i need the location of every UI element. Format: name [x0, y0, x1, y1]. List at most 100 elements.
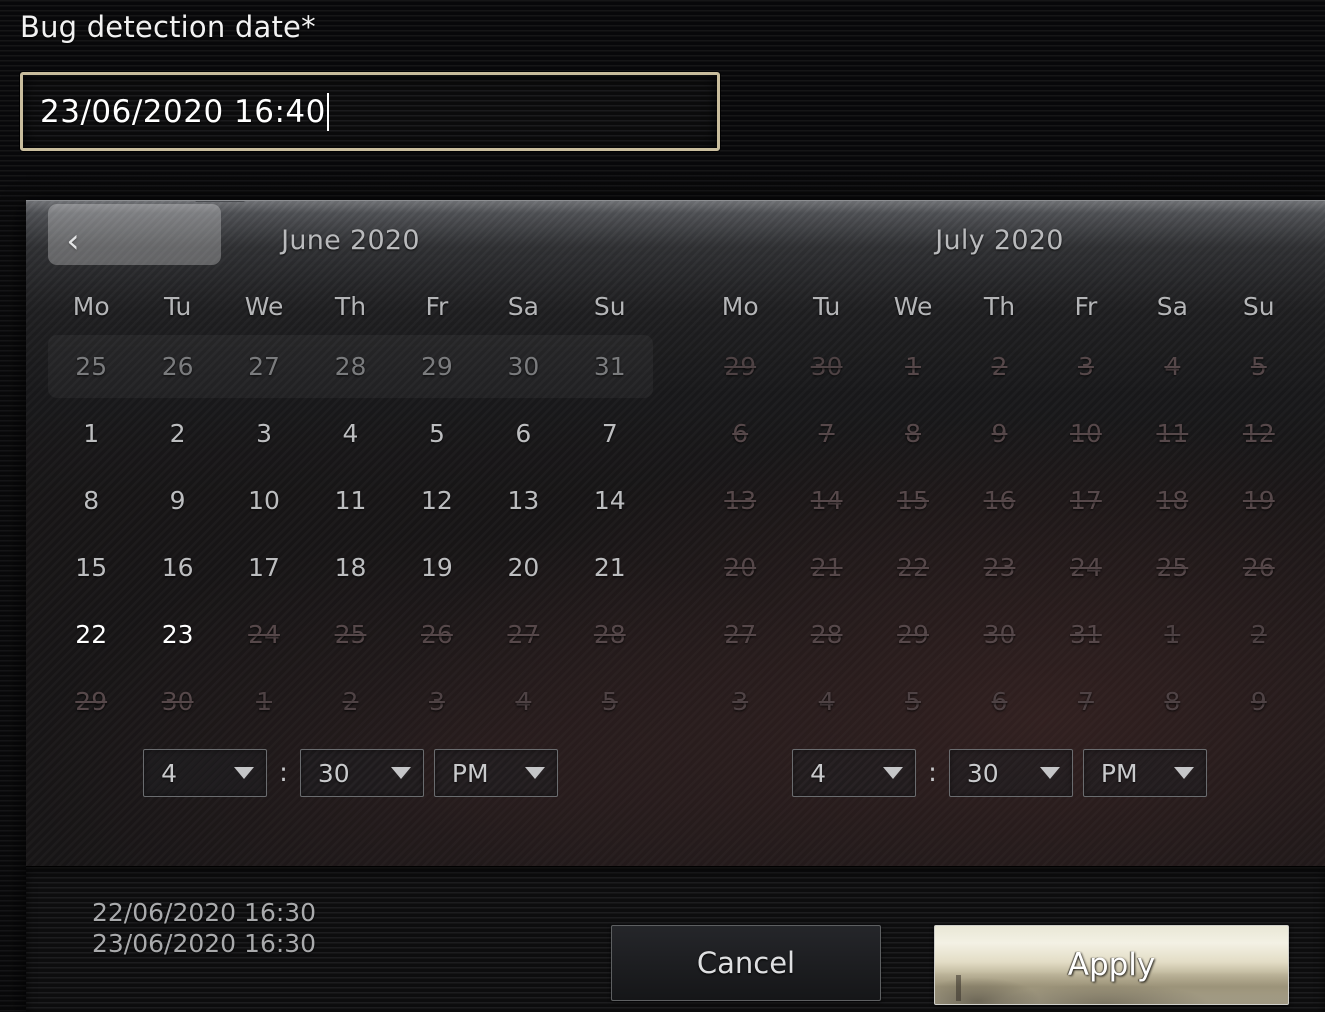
- calendar-day-cell[interactable]: 22: [48, 601, 134, 668]
- calendar-day-cell[interactable]: 3: [221, 400, 307, 467]
- calendar-day-cell[interactable]: 4: [307, 400, 393, 467]
- calendar-day-cell: 31: [1070, 620, 1102, 649]
- calendar-day-cell[interactable]: 8: [48, 467, 134, 534]
- calendar-day-cell: 4: [515, 687, 532, 716]
- chevron-left-icon[interactable]: ‹: [56, 221, 90, 259]
- chevron-down-icon: [234, 767, 255, 779]
- calendar-day-cell[interactable]: 2: [134, 400, 220, 467]
- calendar-day-cell: 29: [897, 620, 929, 649]
- calendar-day-cell[interactable]: 21: [567, 534, 653, 601]
- calendar-day-cell[interactable]: 15: [48, 534, 134, 601]
- calendar-day-cell: 28: [593, 620, 626, 649]
- calendar-body: ‹ June 2020 Mo Tu We Th Fr Sa Su 25 26 27 28 29 30 31 1 2…: [26, 201, 1325, 866]
- week-row: 15 16 17 18 19 20 21: [26, 534, 675, 601]
- calendar-day-cell: 13: [724, 486, 757, 515]
- hour-select[interactable]: 4: [792, 749, 917, 797]
- text-cursor: [326, 92, 329, 131]
- calendar-day-cell: 6: [991, 687, 1008, 716]
- period-select-value: PM: [451, 758, 489, 788]
- week-row: 20 21 22 23 24 25 26: [675, 534, 1324, 601]
- chevron-down-icon: [524, 767, 545, 779]
- calendar-day-cell: 26: [1242, 553, 1275, 582]
- weekday-label: Fr: [1074, 291, 1098, 321]
- calendar-day-cell: 15: [897, 486, 929, 515]
- calendar-day-cell[interactable]: 17: [221, 534, 307, 601]
- calendar-day-cell: 4: [818, 687, 835, 716]
- calendar-day-cell: 6: [732, 419, 749, 448]
- calendar-day-cell[interactable]: 9: [134, 467, 220, 534]
- range-end-text: 23/06/2020 16:30: [92, 929, 317, 959]
- calendar-day-cell: 1: [256, 687, 273, 716]
- calendar-day-cell[interactable]: 5: [394, 400, 480, 467]
- month-title: July 2020: [935, 224, 1064, 256]
- weekday-label: Sa: [1156, 291, 1188, 321]
- calendar-day-cell: 27: [507, 620, 540, 649]
- period-select[interactable]: PM: [1082, 749, 1207, 797]
- weekday-label: Fr: [425, 291, 449, 321]
- calendar-day-cell: 16: [983, 486, 1016, 515]
- calendar-day-cell: 21: [810, 553, 843, 582]
- calendar-day-cell: 8: [1164, 687, 1181, 716]
- weekday-label: Mo: [72, 291, 110, 321]
- weekday-label: Su: [593, 291, 626, 321]
- calendar-day-cell: 30: [810, 352, 843, 381]
- weekday-label: Mo: [721, 291, 759, 321]
- minute-select[interactable]: 30: [948, 749, 1073, 797]
- month-title: June 2020: [281, 224, 420, 256]
- calendar-day-cell[interactable]: 31: [567, 333, 653, 400]
- period-select-value: PM: [1100, 758, 1138, 788]
- calendar-day-cell[interactable]: 26: [134, 333, 220, 400]
- week-row: 29 30 1 2 3 4 5: [26, 668, 675, 735]
- month-panel-right: July 2020 Mo Tu We Th Fr Sa Su 29 30 1 2 3 4 5 6 7 8 9 10 11…: [675, 201, 1324, 735]
- calendar-day-cell: 2: [1250, 620, 1267, 649]
- weekday-label: Th: [983, 291, 1016, 321]
- date-input-value: 23/06/2020 16:40: [40, 93, 326, 130]
- bug-detection-date-input[interactable]: 23/06/2020 16:40: [20, 72, 720, 151]
- hour-select[interactable]: 4: [143, 749, 268, 797]
- calendar-day-cell[interactable]: 28: [307, 333, 393, 400]
- calendar-day-cell[interactable]: 7: [567, 400, 653, 467]
- calendar-day-cell[interactable]: 11: [307, 467, 393, 534]
- calendar-day-cell: 22: [897, 553, 929, 582]
- calendar-day-cell: 9: [1250, 687, 1267, 716]
- time-selector-group: 4:30 PM: [675, 749, 1324, 797]
- apply-button[interactable]: Apply: [934, 925, 1289, 1005]
- cancel-button[interactable]: Cancel: [611, 925, 881, 1001]
- weekday-header-row: Mo Tu We Th Fr Sa Su: [675, 279, 1324, 333]
- calendar-day-cell: 29: [75, 687, 108, 716]
- chevron-up-icon: ^: [195, 201, 245, 202]
- calendar-day-cell: 20: [724, 553, 757, 582]
- calendar-day-cell[interactable]: 27: [221, 333, 307, 400]
- calendar-day-cell[interactable]: 12: [394, 467, 480, 534]
- calendar-day-cell: 18: [1156, 486, 1189, 515]
- calendar-day-cell: 10: [1070, 419, 1102, 448]
- calendar-day-cell[interactable]: 23: [134, 601, 220, 668]
- calendar-day-cell: 1: [1164, 620, 1181, 649]
- chevron-down-icon: [1039, 767, 1060, 779]
- calendar-day-cell: 2: [342, 687, 359, 716]
- calendar-day-cell[interactable]: 6: [480, 400, 566, 467]
- calendar-day-cell[interactable]: 19: [394, 534, 480, 601]
- calendar-day-cell[interactable]: 10: [221, 467, 307, 534]
- calendar-day-cell[interactable]: 16: [134, 534, 220, 601]
- calendar-day-cell: 28: [810, 620, 843, 649]
- calendar-day-cell[interactable]: 20: [480, 534, 566, 601]
- calendar-day-cell: 3: [428, 687, 445, 716]
- calendar-day-cell: 26: [421, 620, 453, 649]
- week-row: 13 14 15 16 17 18 19: [675, 467, 1324, 534]
- calendar-day-cell[interactable]: 1: [48, 400, 134, 467]
- calendar-day-cell[interactable]: 29: [394, 333, 480, 400]
- calendar-day-cell[interactable]: 18: [307, 534, 393, 601]
- calendar-day-cell: 4: [1164, 352, 1181, 381]
- calendar-day-cell[interactable]: 13: [480, 467, 566, 534]
- calendar-day-cell[interactable]: 25: [48, 333, 134, 400]
- minute-select[interactable]: 30: [299, 749, 424, 797]
- calendar-day-cell: 1: [905, 352, 922, 381]
- week-row: 25 26 27 28 29 30 31: [26, 333, 675, 400]
- calendar-day-cell: 23: [983, 553, 1016, 582]
- time-selector-group: 4:30 PM: [26, 749, 675, 797]
- period-select[interactable]: PM: [433, 749, 558, 797]
- week-row: 6 7 8 9 10 11 12: [675, 400, 1324, 467]
- calendar-day-cell[interactable]: 30: [480, 333, 566, 400]
- calendar-day-cell[interactable]: 14: [567, 467, 653, 534]
